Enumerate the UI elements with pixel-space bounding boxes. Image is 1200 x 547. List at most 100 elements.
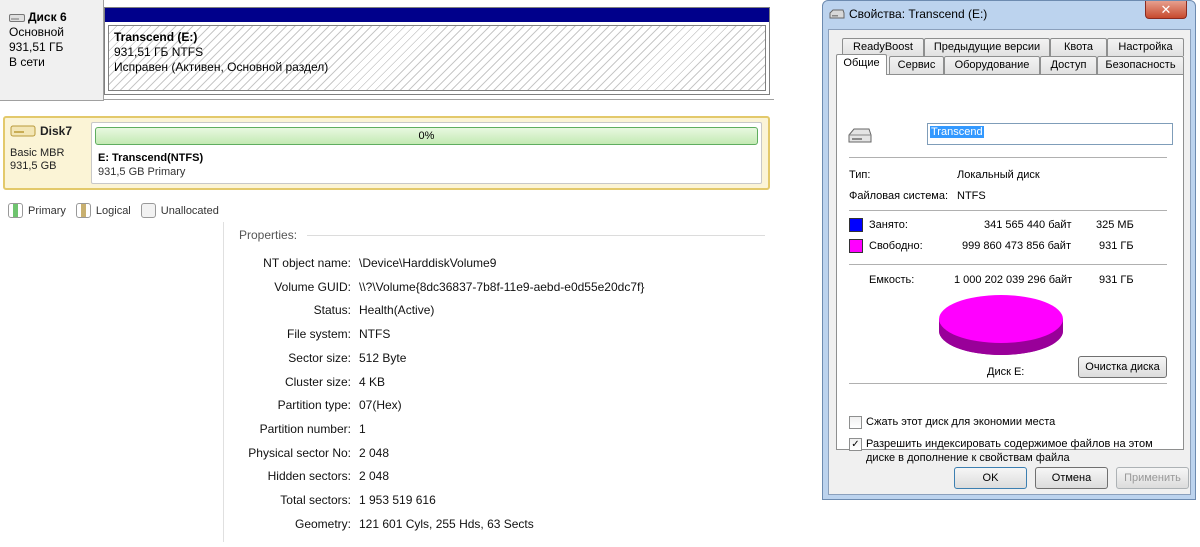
used-color-box	[849, 218, 863, 232]
partition-block[interactable]: Transcend (E:) 931,51 ГБ NTFS Исправен (…	[104, 7, 770, 95]
usage-progress-bar: 0%	[95, 127, 758, 145]
tab-tools[interactable]: Сервис	[889, 56, 944, 74]
free-label: Свободно:	[869, 240, 923, 252]
disk-name: Disk7	[40, 123, 73, 138]
property-key: Partition number:	[259, 421, 351, 436]
property-row: Physical sector No: 2 048	[224, 444, 764, 462]
free-short: 931 ГБ	[1099, 240, 1134, 252]
property-key: Status:	[313, 303, 351, 318]
close-button[interactable]: ✕	[1145, 1, 1187, 19]
property-row: Status: Health(Active)	[224, 301, 764, 319]
property-key: NT object name:	[263, 256, 351, 270]
tab-quota[interactable]: Квота	[1050, 38, 1107, 56]
used-bytes: 341 565 440 байт	[984, 219, 1072, 231]
property-key: Sector size:	[288, 350, 351, 365]
partition-size-fs: 931,51 ГБ NTFS	[114, 45, 204, 59]
used-label: Занято:	[869, 219, 908, 231]
property-key: Total sectors:	[280, 493, 351, 507]
disk-size: 931,51 ГБ	[9, 40, 64, 54]
property-key: Hidden sectors:	[267, 469, 351, 484]
partition-title: E: Transcend(NTFS)	[98, 152, 204, 164]
general-tab-panel: Transcend Тип: Локальный диск Файловая с…	[836, 74, 1184, 464]
disk-cleanup-button[interactable]: Очистка диска	[1078, 356, 1167, 378]
property-value: 1	[359, 421, 366, 436]
disk-type: Основной	[9, 25, 65, 39]
tab-previous-versions[interactable]: Предыдущие версии	[924, 38, 1050, 56]
disk-management-panel: Диск 6 Основной 931,51 ГБ В сети Transce…	[0, 0, 775, 102]
drive-icon	[848, 128, 872, 143]
property-value: 121 601 Cyls, 255 Hds, 63 Sects	[359, 516, 534, 531]
index-checkbox[interactable]: ✓	[849, 438, 862, 451]
disk-name: Диск 6	[28, 10, 67, 24]
divider	[849, 264, 1167, 265]
property-row: Partition number: 1	[224, 420, 764, 438]
legend-item-primary: Primary	[8, 203, 66, 218]
tab-customize[interactable]: Настройка	[1107, 38, 1184, 56]
type-label: Тип:	[849, 169, 871, 181]
property-value: 1 953 519 616	[359, 493, 436, 507]
hard-disk-icon	[10, 125, 36, 137]
compress-checkbox[interactable]	[849, 416, 862, 429]
legend-swatch	[8, 203, 23, 218]
disk-label: Диск E:	[987, 366, 1025, 378]
property-row: Geometry: 121 601 Cyls, 255 Hds, 63 Sects	[224, 515, 764, 533]
ok-button[interactable]: OK	[954, 467, 1027, 489]
partition-status: Исправен (Активен, Основной раздел)	[114, 60, 329, 74]
property-row: NT object name: \Device\HarddiskVolume9	[224, 254, 764, 272]
legend-swatch	[75, 203, 91, 218]
property-key: Cluster size:	[284, 374, 351, 389]
legend-swatch	[140, 203, 156, 218]
legend: Primary Logical Unallocated	[8, 203, 219, 218]
property-row: Cluster size: 4 KB	[224, 373, 764, 391]
capacity-bytes: 1 000 202 039 296 байт	[954, 274, 1073, 286]
property-value: 07(Hex)	[359, 398, 402, 413]
disk-status: В сети	[9, 55, 45, 69]
disk-label-block[interactable]: Диск 6 Основной 931,51 ГБ В сети	[0, 0, 104, 101]
property-value: \Device\HarddiskVolume9	[359, 256, 497, 270]
legend-item-logical: Logical	[75, 203, 131, 218]
compress-label: Сжать этот диск для экономии места	[866, 416, 1056, 428]
properties-panel: Properties: NT object name: \Device\Hardd…	[223, 222, 767, 542]
index-label-line-2: диске в дополнение к свойствам файла	[866, 452, 1070, 464]
legend-label: Primary	[28, 204, 66, 217]
divider	[849, 383, 1167, 384]
partition-title: Transcend (E:)	[114, 30, 198, 44]
divider	[307, 235, 765, 236]
tab-security[interactable]: Безопасность	[1097, 56, 1184, 74]
cancel-button[interactable]: Отмена	[1035, 467, 1108, 489]
filesystem-value: NTFS	[957, 190, 986, 202]
disk-size: 931,5 GB	[10, 160, 57, 172]
capacity-label: Емкость:	[869, 274, 915, 286]
tab-general[interactable]: Общие	[836, 54, 887, 75]
property-value: 2 048	[359, 469, 390, 484]
property-row: Partition type: 07(Hex)	[224, 396, 764, 414]
disk-row[interactable]: Disk7 Basic MBR 931,5 GB 0% E: Transcend…	[3, 116, 770, 190]
index-label-line-1: Разрешить индексировать содержимое файло…	[866, 438, 1153, 450]
property-row: Total sectors: 1 953 519 616	[224, 491, 764, 509]
partition-block[interactable]: 0% E: Transcend(NTFS) 931,5 GB Primary	[91, 122, 762, 184]
tab-hardware[interactable]: Оборудование	[944, 56, 1040, 74]
properties-dialog: Свойства: Transcend (E:) ✕ ReadyBoost Пр…	[822, 0, 1196, 500]
legend-label: Unallocated	[160, 204, 219, 217]
legend-label: Logical	[95, 204, 131, 217]
apply-button[interactable]: Применить	[1116, 467, 1189, 489]
property-value: \\?\Volume{8dc36837-7b8f-11e9-aebd-e0d55…	[359, 279, 645, 294]
drive-icon	[9, 13, 25, 22]
free-color-box	[849, 239, 863, 253]
property-key: File system:	[286, 327, 351, 342]
tab-sharing[interactable]: Доступ	[1040, 56, 1097, 74]
property-row: Volume GUID: \\?\Volume{8dc36837-7b8f-11e…	[224, 278, 764, 296]
divider	[849, 210, 1167, 211]
type-value: Локальный диск	[957, 169, 1040, 181]
property-value: NTFS	[359, 327, 391, 342]
property-value: Health(Active)	[359, 303, 435, 318]
property-row: File system: NTFS	[224, 325, 764, 343]
used-short: 325 МБ	[1096, 219, 1134, 231]
capacity-short: 931 ГБ	[1099, 274, 1134, 286]
volume-name-input[interactable]: Transcend	[927, 123, 1173, 145]
drive-icon	[829, 9, 845, 19]
property-value: 2 048	[359, 445, 390, 460]
disk-type: Basic MBR	[10, 147, 65, 159]
property-key: Physical sector No:	[248, 445, 351, 460]
filesystem-label: Файловая система:	[849, 190, 949, 202]
